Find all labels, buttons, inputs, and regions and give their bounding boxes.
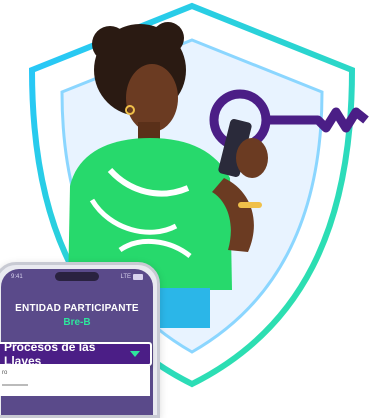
entity-title: ENTIDAD PARTICIPANTE bbox=[15, 303, 139, 314]
menu-dropdown-label: Procesos de las Llaves bbox=[4, 340, 96, 368]
battery-icon bbox=[133, 274, 143, 280]
phone-status-bar: 9:41 LTE bbox=[1, 271, 153, 283]
entity-subtitle: Bre-B bbox=[63, 317, 91, 328]
status-right: LTE bbox=[120, 274, 143, 280]
lower-text: ro bbox=[2, 370, 8, 376]
chevron-down-icon[interactable] bbox=[130, 351, 140, 357]
status-time: 9:41 bbox=[11, 274, 23, 280]
menu-dropdown[interactable]: Procesos de las Llaves bbox=[0, 340, 152, 368]
status-network: LTE bbox=[120, 274, 131, 280]
lower-divider bbox=[2, 384, 28, 386]
